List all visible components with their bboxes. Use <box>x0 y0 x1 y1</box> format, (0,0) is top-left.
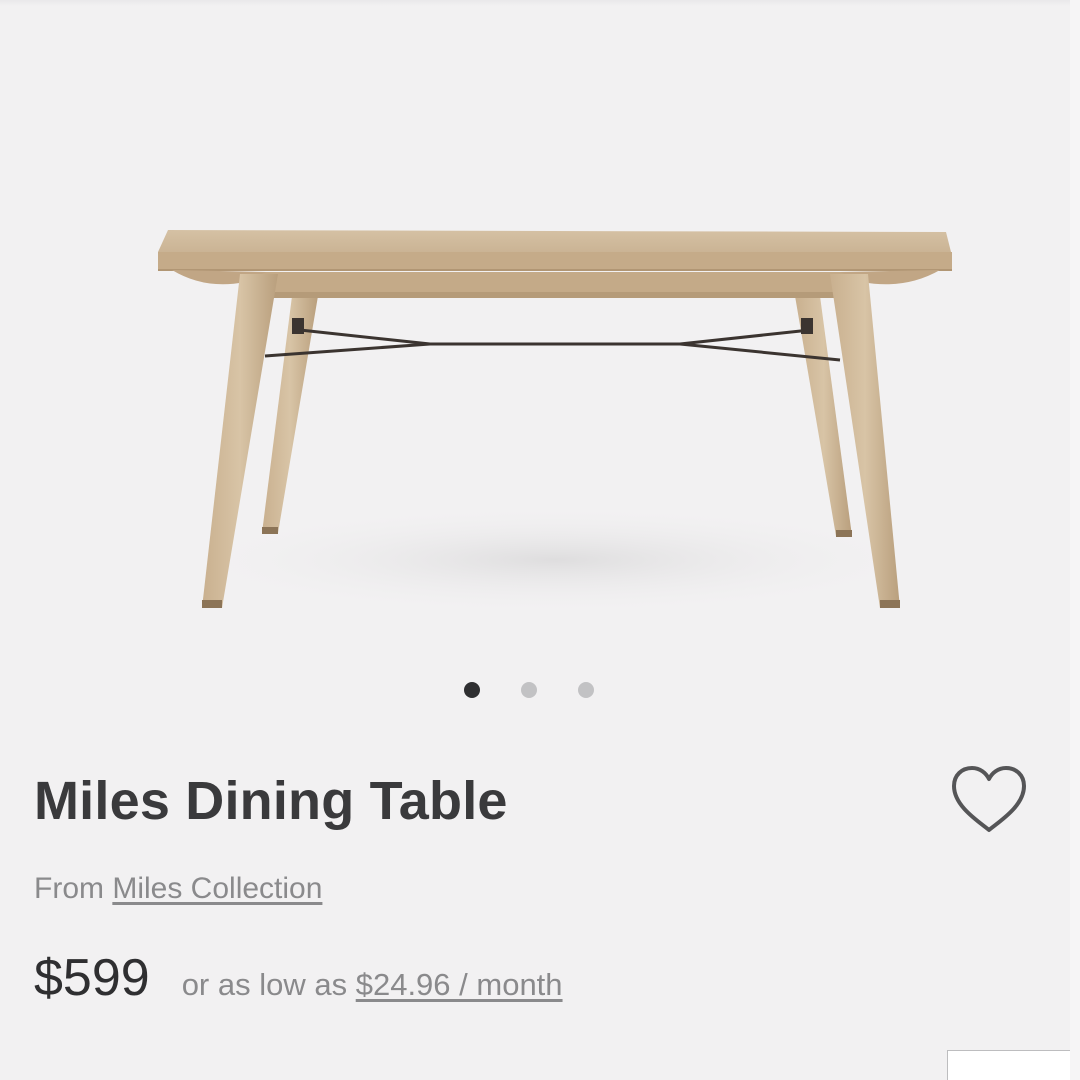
carousel-dot-1[interactable] <box>464 682 480 698</box>
carousel-dot-3[interactable] <box>578 682 594 698</box>
product-price: $599 <box>34 949 150 1007</box>
collection-line: From Miles Collection <box>34 872 322 906</box>
financing-prefix: or as low as <box>181 967 348 1002</box>
financing-link[interactable]: $24.96 / month <box>356 967 563 1002</box>
dining-table-illustration <box>158 230 952 615</box>
heart-outline-icon <box>952 766 1026 832</box>
favorite-button[interactable] <box>948 762 1030 838</box>
collection-prefix: From <box>34 872 104 905</box>
price-row: $599 or as low as $24.96 / month <box>34 948 563 1008</box>
right-edge <box>1070 0 1080 1080</box>
collection-link[interactable]: Miles Collection <box>112 872 322 905</box>
carousel-dot-2[interactable] <box>521 682 537 698</box>
bottom-right-box[interactable] <box>947 1050 1080 1080</box>
product-image[interactable] <box>0 0 1070 660</box>
image-carousel-dots <box>464 682 594 698</box>
product-title: Miles Dining Table <box>34 771 508 831</box>
financing-text: or as low as $24.96 / month <box>182 967 563 1003</box>
